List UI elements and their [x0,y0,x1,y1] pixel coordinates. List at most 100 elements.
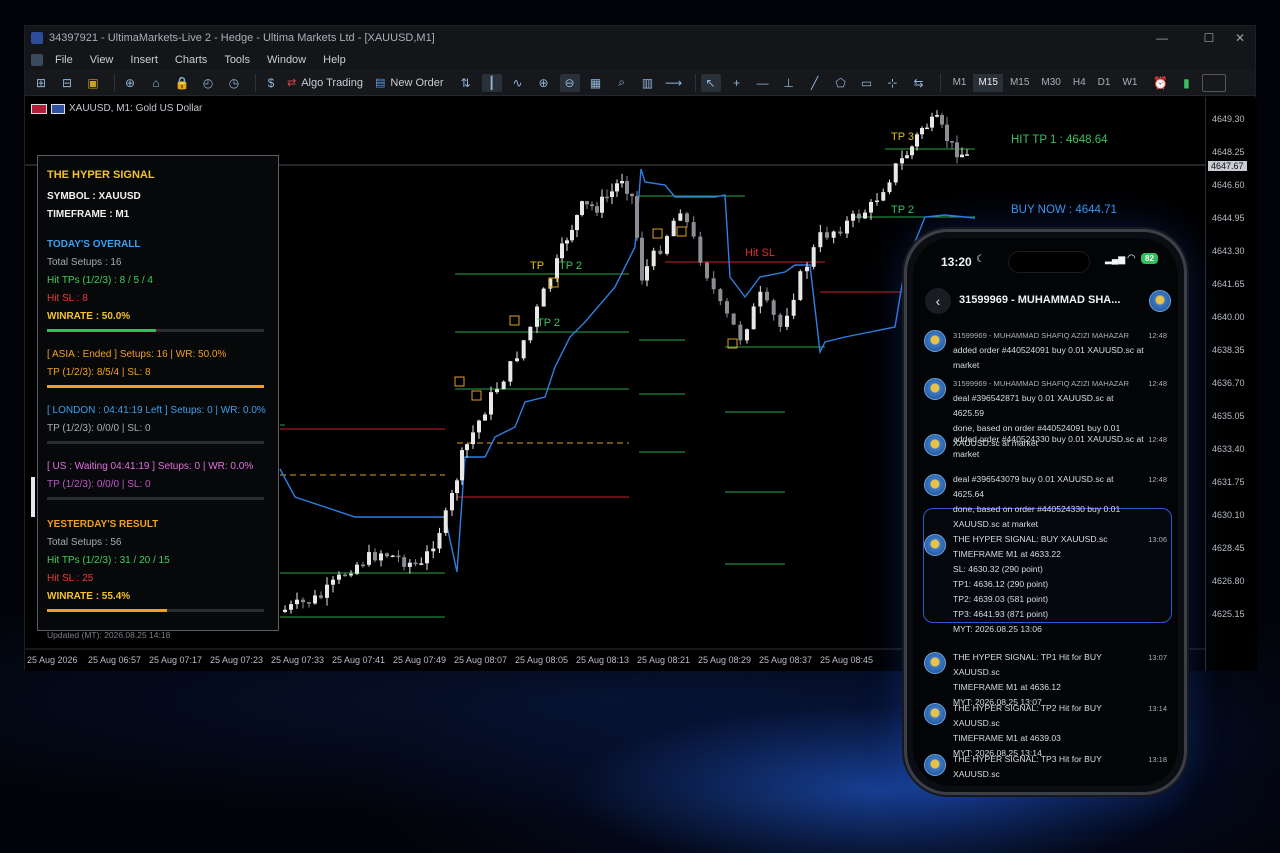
message-text: added order #440524330 buy 0.01 XAUUSD.s… [953,432,1145,462]
current-price-label: 4647.67 [1208,161,1247,171]
price-axis[interactable]: 4649.30 4648.25 4646.60 4644.95 4643.30 4641.… [1205,97,1257,671]
message-line: TP3: 4641.93 (871 point) [953,609,1049,619]
line-chart-icon[interactable]: ∿ [508,74,528,92]
trendline-icon[interactable]: ╱ [805,74,825,92]
candle-body [945,124,949,142]
candlestick-icon[interactable]: ┃ [481,73,502,92]
title-bar: 34397921 - UltimaMarkets-Live 2 - Hedge … [25,26,1255,50]
message-line: THE HYPER SIGNAL: TP1 Hit for BUY XAUUSD… [953,652,1102,677]
menu-file[interactable]: File [55,54,73,66]
candle-body [521,340,526,359]
crosshair-icon[interactable]: + [727,74,747,92]
lock-icon[interactable]: 🔒 [172,74,192,92]
candle-body [811,247,816,267]
search-icon[interactable]: ⌕ [612,74,632,92]
battery-badge: 82 [1141,253,1158,264]
shapes-icon[interactable]: ⬠ [831,74,851,92]
yesterday-sl: Hit SL : 25 [47,573,94,584]
fibo-icon[interactable]: ⊹ [883,74,903,92]
candle-body [289,604,293,610]
time-tick: 25 Aug 08:37 [759,655,812,665]
candle-body [575,215,579,231]
new-chart-icon[interactable]: ⊞ [31,74,51,92]
time-tick: 25 Aug 07:33 [271,655,324,665]
candle-body [863,212,867,219]
candle-body [385,553,389,557]
algo-trading-button[interactable]: ⇄ Algo Trading [287,76,363,90]
navigator-icon[interactable]: ⌂ [146,74,166,92]
strategy-icon[interactable]: ◷ [224,74,244,92]
hline-icon[interactable]: — [753,74,773,92]
menu-tools[interactable]: Tools [224,54,250,66]
price-tick: 4644.95 [1212,213,1245,223]
candle-body [31,477,35,517]
time-tick: 25 Aug 08:13 [576,655,629,665]
message-line: deal #396543079 buy 0.01 XAUUSD.sc at 46… [953,474,1114,499]
tf-h4[interactable]: H4 [1068,74,1091,92]
signal-marker-icon [652,228,663,239]
tf-m1[interactable]: M1 [948,74,972,92]
vline-icon[interactable]: ⊥ [779,74,799,92]
message-text: THE HYPER SIGNAL: TP3 Hit for BUY XAUUSD… [953,752,1145,786]
new-order-button[interactable]: ▤ New Order [375,76,444,90]
templates-icon[interactable]: ▣ [83,74,103,92]
zoom-in-icon[interactable]: ⊕ [534,74,554,92]
zoom-out-icon[interactable]: ⊖ [559,73,580,92]
arrows-icon[interactable]: ⇆ [909,74,929,92]
message-line: added order #440524330 buy 0.01 XAUUSD.s… [953,434,1144,444]
maximize-icon[interactable]: ☐ [1194,26,1224,50]
chat-avatar[interactable] [1149,290,1171,312]
tf-m15b[interactable]: M15 [1005,74,1034,92]
flag-icon [31,104,47,114]
candle-body [325,584,329,598]
menu-window[interactable]: Window [267,54,306,66]
menu-help[interactable]: Help [323,54,346,66]
indicators-icon[interactable]: ▥ [638,74,658,92]
cursor-icon[interactable]: ↖ [700,73,721,92]
menu-view[interactable]: View [90,54,114,66]
minimize-icon[interactable]: — [1147,26,1177,50]
candle-body [570,230,574,241]
hyper-signal-panel: THE HYPER SIGNAL SYMBOL : XAUUSD TIMEFRA… [37,155,279,640]
tile-icon[interactable]: ▦ [586,74,606,92]
back-button[interactable]: ‹ [925,288,951,314]
price-tick: 4638.35 [1212,345,1245,355]
yesterday-setups: Total Setups : 56 [47,537,122,548]
profiles-icon[interactable]: ⊟ [57,74,77,92]
message-line: TP1: 4636.12 (290 point) [953,579,1049,589]
candle-body [798,271,803,300]
menu-app-icon[interactable] [31,54,43,66]
alarm-icon[interactable]: ⏰ [1150,74,1170,92]
buy-now-label: BUY NOW : 4644.71 [1011,204,1117,216]
phone-screen: 13:20 ☾ ▂▄▆ ◠ 82 ‹ 31599969 - MUHAMMAD S… [913,238,1178,786]
text-icon[interactable]: ▭ [857,74,877,92]
time-tick: 25 Aug 08:29 [698,655,751,665]
dollar-icon[interactable]: $ [261,74,281,92]
candle-body [515,358,519,362]
autoscroll-icon[interactable]: ⟶ [664,74,684,92]
history-icon[interactable]: ◴ [198,74,218,92]
time-tick: 25 Aug 07:41 [332,655,385,665]
candle-body [319,595,323,598]
today-winrate: WINRATE : 50.0% [47,311,131,322]
tf-m30[interactable]: M30 [1036,74,1065,92]
tf-w1[interactable]: W1 [1117,74,1142,92]
market-watch-icon[interactable]: ⊕ [120,74,140,92]
bar-chart-icon[interactable]: ⇅ [456,74,476,92]
tp3-label: TP 3 [891,131,914,143]
candle-body [495,389,499,393]
menu-insert[interactable]: Insert [130,54,158,66]
battery-toggle-icon[interactable] [1202,73,1227,92]
candle-body [413,562,418,565]
signal-icon[interactable]: ▮ [1176,74,1196,92]
candle-body [869,201,873,213]
menu-charts[interactable]: Charts [175,54,207,66]
time-tick: 25 Aug 08:45 [820,655,873,665]
close-icon[interactable]: ✕ [1225,26,1255,50]
candle-body [625,181,629,194]
price-tick: 4648.25 [1212,147,1245,157]
tf-d1[interactable]: D1 [1093,74,1116,92]
tf-m15[interactable]: M15 [973,73,1003,92]
candle-body [419,563,424,565]
candle-body [758,291,763,307]
